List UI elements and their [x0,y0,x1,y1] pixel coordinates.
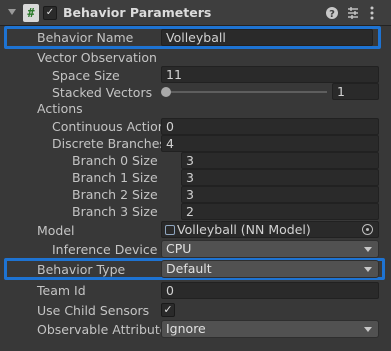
actions-label: Actions [37,101,83,116]
preset-icon[interactable] [346,6,360,20]
branch-0-size-field[interactable]: 3 [181,152,379,169]
svg-text:?: ? [329,9,335,20]
behavior-type-label: Behavior Type [37,262,126,277]
team-id-field[interactable]: 0 [161,282,379,299]
use-child-sensors-label: Use Child Sensors [37,303,150,318]
continuous-actions-label: Continuous Actions [52,119,173,134]
component-enabled-checkbox[interactable]: ✓ [43,6,57,20]
observable-attribute-value: Ignore [166,321,206,336]
dropdown-arrow-icon [364,247,372,252]
discrete-branches-field[interactable]: 4 [161,135,379,152]
behavior-name-label: Behavior Name [37,30,134,45]
more-options-icon[interactable] [368,6,376,20]
foldout-arrow-icon[interactable] [8,9,16,15]
continuous-actions-field[interactable]: 0 [161,118,379,135]
component-title: Behavior Parameters [63,5,212,20]
observable-attribute-dropdown[interactable]: Ignore [161,320,379,338]
behavior-type-dropdown[interactable]: Default [161,260,379,278]
model-object-field[interactable]: Volleyball (NN Model) [161,221,379,238]
branch-2-size-label: Branch 2 Size [72,187,158,202]
inference-device-label: Inference Device [52,242,158,257]
component-header: # ✓ Behavior Parameters ? [0,0,391,26]
branch-2-size-field[interactable]: 3 [181,186,379,203]
help-icon[interactable]: ? [325,6,339,20]
script-icon: # [23,4,39,22]
inference-device-value: CPU [166,241,192,256]
discrete-branches-label: Discrete Branches [52,136,166,151]
nn-model-icon [165,225,175,235]
object-picker-icon[interactable] [362,224,373,235]
space-size-field[interactable]: 11 [161,66,379,83]
stacked-vectors-slider-handle[interactable] [161,87,171,97]
model-value: Volleyball (NN Model) [177,222,311,237]
branch-0-size-label: Branch 0 Size [72,153,158,168]
use-child-sensors-checkbox[interactable]: ✓ [161,303,175,317]
space-size-label: Space Size [52,68,120,83]
vector-observation-label: Vector Observation [37,50,157,65]
stacked-vectors-slider-track[interactable] [166,91,327,93]
model-label: Model [37,223,75,238]
team-id-label: Team Id [37,283,86,298]
branch-3-size-label: Branch 3 Size [72,204,158,219]
stacked-vectors-label: Stacked Vectors [52,85,153,100]
branch-1-size-label: Branch 1 Size [72,170,158,185]
behavior-type-value: Default [166,261,212,276]
branch-1-size-field[interactable]: 3 [181,169,379,186]
inference-device-dropdown[interactable]: CPU [161,240,379,258]
observable-attribute-label: Observable Attribute H [37,322,161,337]
behavior-name-field[interactable]: Volleyball [161,29,373,46]
dropdown-arrow-icon [364,267,372,272]
stacked-vectors-field[interactable]: 1 [332,83,379,100]
dropdown-arrow-icon [364,327,372,332]
branch-3-size-field[interactable]: 2 [181,203,379,220]
